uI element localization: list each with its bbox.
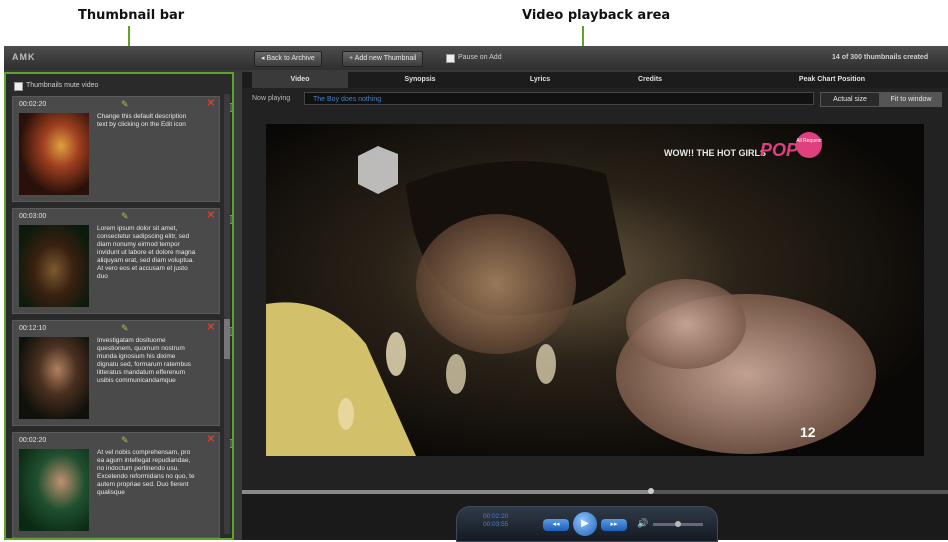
thumbnail-image [19,113,89,195]
app-window: AMK ◂ Back to Archive + Add new Thumbnai… [4,46,948,542]
player-controls: 00:02:20 00:03:55 ◂◂ ▶ ▸▸ 🔊 [242,488,948,542]
time-current: 00:02:20 [483,513,509,520]
thumbnail-image [19,225,89,307]
thumbnail-description: Lorem ipsum dolor sit amet, consectetur … [97,225,196,280]
video-badge: All Request [796,132,822,158]
app-logo: AMK [12,52,36,62]
volume-slider[interactable] [653,521,703,527]
tab-credits[interactable]: Credits [602,72,698,88]
now-playing-field[interactable]: The Boy does nothing [304,92,814,105]
video-playback-area: Video Synopsis Lyrics Credits Peak Chart… [242,72,948,542]
back-to-archive-button[interactable]: ◂ Back to Archive [254,51,322,67]
thumbnail-time: 00:02:20 [19,101,47,108]
channel-number: 12 [800,424,816,440]
play-button[interactable]: ▶ [573,512,597,536]
thumbnail-time: 00:02:20 [19,437,47,444]
video-pop-logo: POP [760,140,799,160]
back-label: Back to Archive [266,55,315,62]
delete-icon[interactable]: ✕ [207,98,215,109]
thumbnail-bar: Thumbnails mute video 00:02:20 ✎ ✕ Chang… [4,72,234,540]
now-playing-label: Now playing [252,95,291,102]
delete-icon[interactable]: ✕ [207,210,215,221]
edit-icon[interactable]: ✎ [121,435,129,446]
pause-label: Pause on Add [458,54,502,61]
forward-button[interactable]: ▸▸ [601,519,627,531]
volume-knob[interactable] [675,521,681,527]
top-toolbar: AMK ◂ Back to Archive + Add new Thumbnai… [4,46,948,70]
annotation-video-area: Video playback area [522,8,671,23]
edit-icon[interactable]: ✎ [121,99,129,110]
tab-video[interactable]: Video [252,72,348,88]
thumbnail-image [19,449,89,531]
time-total: 00:03:55 [483,521,509,528]
thumbnail-image [19,337,89,419]
thumbnail-card[interactable]: 00:03:00 ✎ ✕ Lorem ipsum dolor sit amet,… [12,208,232,314]
thumbnail-card[interactable]: 00:02:20 ✎ ✕ At vel nobis comprehensam, … [12,432,232,538]
edit-icon[interactable]: ✎ [121,211,129,222]
pause-checkbox[interactable] [446,54,455,63]
thumbnail-card[interactable]: 00:12:10 ✎ ✕ Investigatam dosituome ques… [12,320,232,426]
thumbnail-description: Investigatam dosituome questionem, quomu… [97,337,191,384]
thumbnail-scrollbar[interactable] [224,94,230,534]
thumbnail-time: 00:03:00 [19,213,47,220]
mute-label: Thumbnails mute video [26,82,99,89]
tab-lyrics[interactable]: Lyrics [492,72,588,88]
tab-bar: Video Synopsis Lyrics Credits Peak Chart… [242,72,948,88]
volume-icon[interactable]: 🔊 [637,518,648,529]
thumb-count: 14 of 300 thumbnails created [832,54,929,61]
scrollbar-thumb[interactable] [224,319,230,359]
thumbnail-description: Change this default description text by … [97,113,187,128]
progress-fill [242,490,652,494]
tab-synopsis[interactable]: Synopsis [372,72,468,88]
fit-window-button[interactable]: Fit to window [880,92,942,107]
actual-size-button[interactable]: Actual size [820,92,880,107]
delete-icon[interactable]: ✕ [207,322,215,333]
rewind-button[interactable]: ◂◂ [543,519,569,531]
thumbnail-description: At vel nobis comprehensam, pro ea agurn … [97,449,195,496]
add-label: Add new Thumbnail [354,55,417,62]
edit-icon[interactable]: ✎ [121,323,129,334]
video-overlay-text: WOW!! THE HOT GIRLS [664,148,766,158]
now-playing-row: Now playing The Boy does nothing Actual … [242,90,948,108]
progress-bar[interactable] [242,488,948,494]
video-frame[interactable]: WOW!! THE HOT GIRLS POP All Request 12 [266,124,924,456]
mute-checkbox[interactable] [14,82,23,91]
annotation-thumbnail-bar: Thumbnail bar [78,8,185,23]
time-display: 00:02:20 00:03:55 [483,513,508,529]
thumbnail-time: 00:12:10 [19,325,47,332]
thumbnail-card[interactable]: 00:02:20 ✎ ✕ Change this default descrip… [12,96,232,202]
control-panel: 00:02:20 00:03:55 ◂◂ ▶ ▸▸ 🔊 [456,506,718,542]
progress-knob[interactable] [648,488,655,494]
add-thumbnail-button[interactable]: + Add new Thumbnail [342,51,424,67]
tab-peak-chart[interactable]: Peak Chart Position [762,72,902,88]
video-image [266,124,924,456]
delete-icon[interactable]: ✕ [207,434,215,445]
